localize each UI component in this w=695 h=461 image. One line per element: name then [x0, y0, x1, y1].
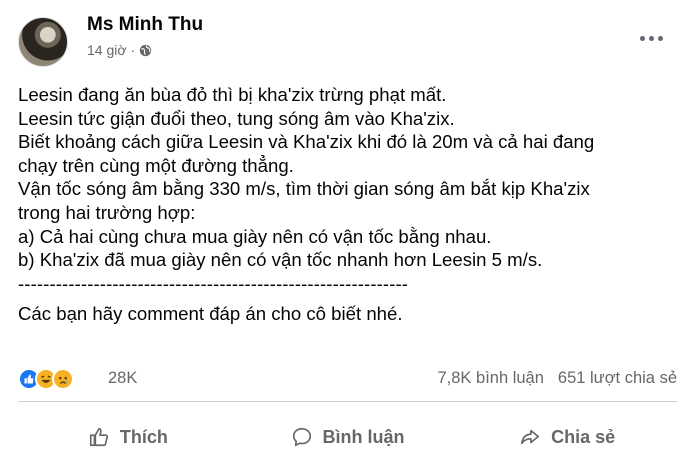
- globe-icon[interactable]: [139, 44, 152, 57]
- meta-separator: ·: [130, 42, 136, 58]
- reaction-icons[interactable]: [18, 368, 74, 390]
- divider: [18, 401, 677, 402]
- text-divider: ----------------------------------------…: [18, 272, 409, 294]
- author-avatar[interactable]: [18, 17, 68, 67]
- post-line: Vận tốc sóng âm bằng 330 m/s, tìm thời g…: [18, 178, 590, 200]
- author-name[interactable]: Ms Minh Thu: [87, 14, 203, 36]
- share-button[interactable]: Chia sẻ: [457, 414, 677, 460]
- post-line: Leesin đang ăn bùa đỏ thì bị kha'zix trừ…: [18, 84, 447, 105]
- post-line: Các bạn hãy comment đáp án cho cô biết n…: [18, 303, 403, 325]
- share-count[interactable]: 651 lượt chia sẻ: [558, 369, 677, 388]
- post-time[interactable]: 14 giờ: [87, 42, 127, 58]
- thumbs-up-icon: [89, 427, 108, 447]
- share-label: Chia sẻ: [551, 426, 616, 447]
- post-header: Ms Minh Thu 14 giờ ·: [0, 0, 695, 72]
- action-bar: Thích Bình luận Chia sẻ: [18, 414, 677, 460]
- engagement-counts: 7,8K bình luận 651 lượt chia sẻ: [437, 369, 677, 388]
- sad-reaction-icon: [52, 368, 74, 390]
- post-meta: 14 giờ ·: [87, 42, 152, 58]
- comment-count[interactable]: 7,8K bình luận: [437, 369, 543, 388]
- share-icon: [521, 429, 540, 445]
- post-line: chạy trên cùng một đường thẳng.: [18, 154, 294, 176]
- more-options-icon[interactable]: [636, 28, 666, 48]
- post-line: b) Kha'zix đã mua giày nên có vận tốc nh…: [18, 249, 543, 271]
- post-body: Leesin đang ăn bùa đỏ thì bị kha'zix trừ…: [18, 83, 683, 326]
- reaction-count[interactable]: 28K: [108, 369, 137, 388]
- post-stats: 28K 7,8K bình luận 651 lượt chia sẻ: [18, 366, 677, 394]
- comment-button[interactable]: Bình luận: [238, 414, 458, 460]
- post-line: trong hai trường hợp:: [18, 201, 196, 223]
- post-line: Leesin tức giận đuổi theo, tung sóng âm …: [18, 107, 455, 129]
- like-label: Thích: [119, 426, 168, 447]
- comment-label: Bình luận: [322, 426, 405, 447]
- post-line: Biết khoảng cách giữa Leesin và Kha'zix …: [18, 131, 595, 153]
- comment-icon: [292, 427, 311, 447]
- like-button[interactable]: Thích: [18, 414, 238, 460]
- post-line: a) Cả hai cùng chưa mua giày nên có vận …: [18, 225, 492, 247]
